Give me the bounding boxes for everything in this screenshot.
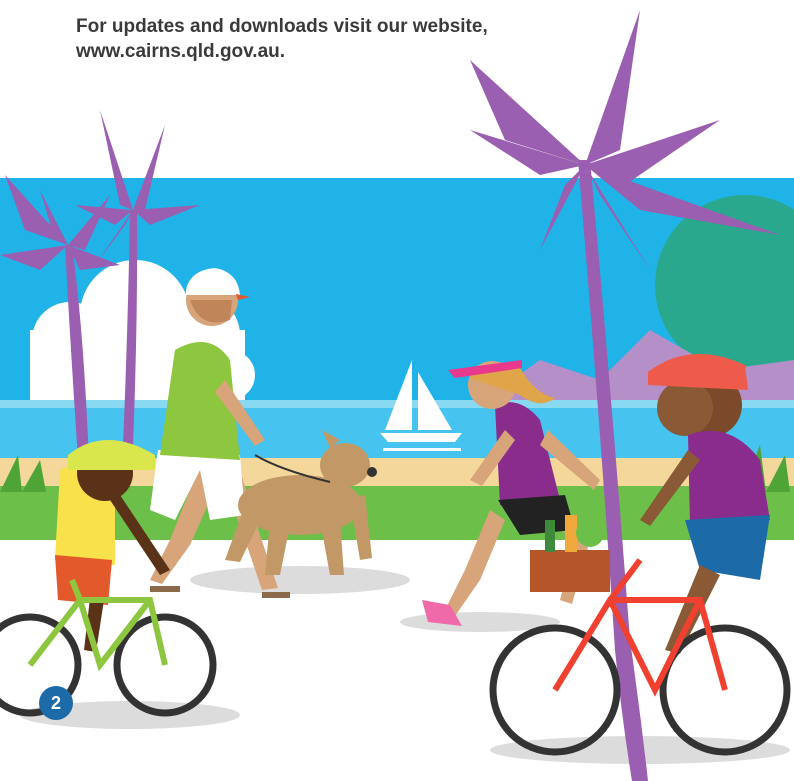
promenade-illustration — [0, 10, 794, 781]
page-number-badge: 2 — [39, 686, 73, 720]
header-line-1: For updates and downloads visit our webs… — [76, 16, 488, 37]
website-link[interactable]: www.cairns.qld.gov.au. — [76, 39, 596, 64]
basket — [530, 550, 610, 592]
header-text: For updates and downloads visit our webs… — [76, 14, 596, 64]
